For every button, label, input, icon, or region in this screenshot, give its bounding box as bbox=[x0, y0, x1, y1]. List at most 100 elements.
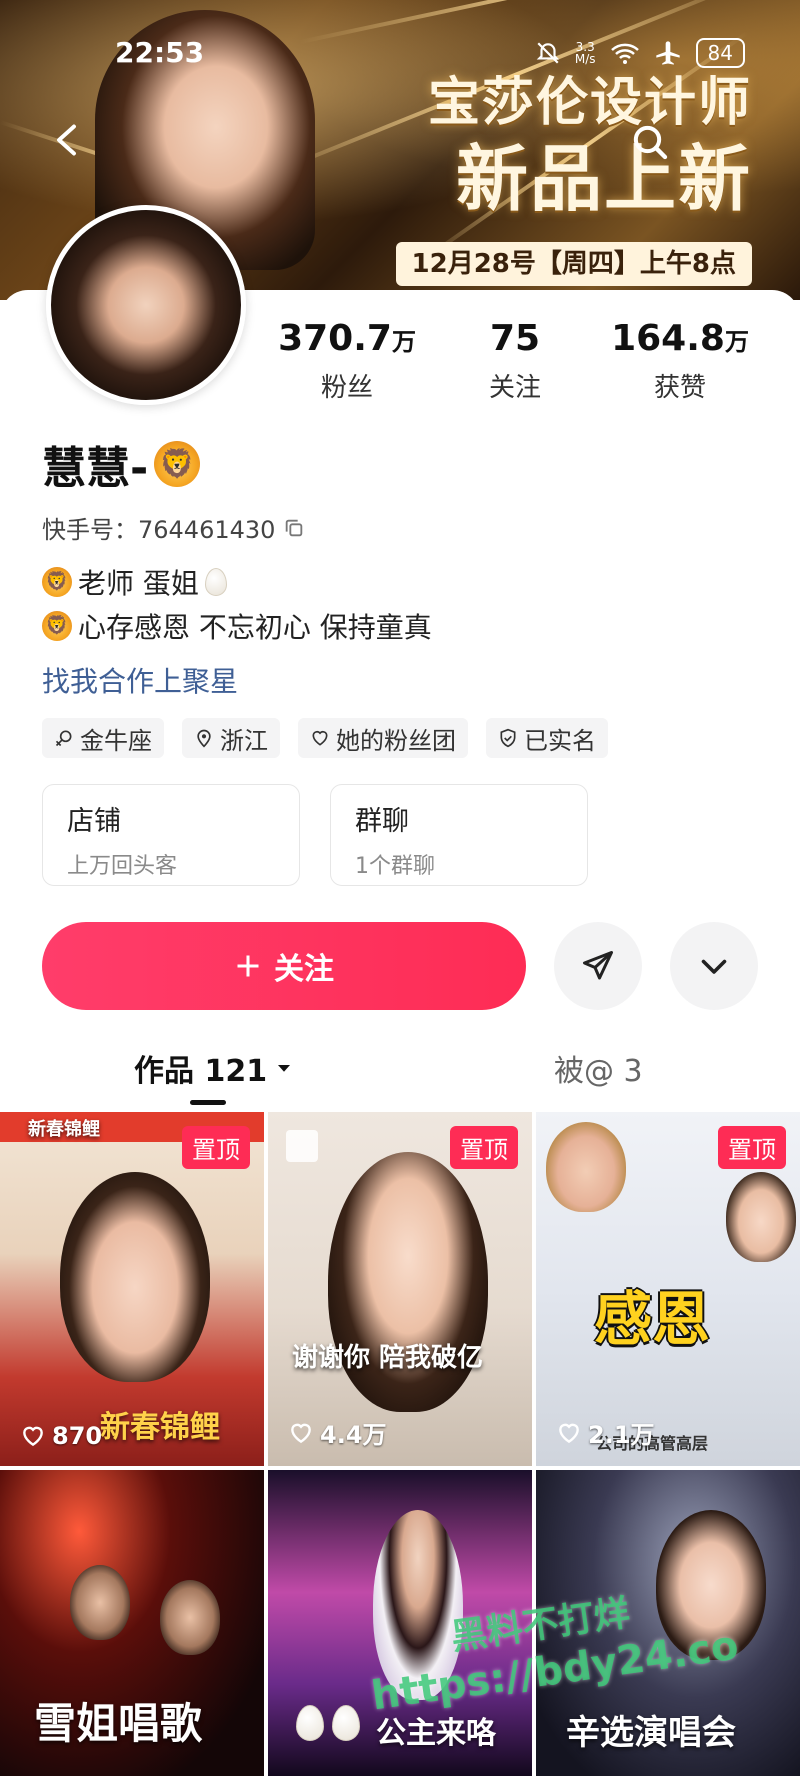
follow-button-label: 关注 bbox=[274, 952, 334, 987]
video-caption: 辛选演唱会 bbox=[566, 1713, 736, 1753]
group-chat-entry[interactable]: 群聊 1个群聊 bbox=[330, 784, 588, 886]
tab-mentioned[interactable]: 被@ 3 bbox=[554, 1046, 643, 1090]
egg-emoji-icon bbox=[204, 568, 227, 596]
person-face bbox=[60, 1172, 210, 1382]
network-speed: 3.3 M/s bbox=[575, 41, 596, 65]
like-count-value: 4.4万 bbox=[320, 1421, 387, 1449]
more-options-button[interactable] bbox=[670, 922, 758, 1010]
tag-verified[interactable]: 已实名 bbox=[486, 718, 608, 758]
bio-text-2: 心存感恩 不忘初心 保持童真 bbox=[78, 611, 432, 644]
person-face bbox=[546, 1122, 626, 1212]
tab-works-label: 作品 121 bbox=[134, 1054, 268, 1089]
stat-followers-label: 粉丝 bbox=[320, 373, 373, 403]
video-thumbnail[interactable]: 新春锦鲤 置顶 新春锦鲤 870 bbox=[0, 1112, 264, 1466]
battery-indicator: 84 bbox=[695, 38, 745, 68]
person-face bbox=[726, 1172, 796, 1262]
tag-fan-club-label: 她的粉丝团 bbox=[336, 726, 456, 755]
mute-icon bbox=[536, 42, 560, 64]
video-caption: 谢谢你 陪我破亿 bbox=[292, 1343, 484, 1373]
bio-text-1: 老师 蛋姐 bbox=[78, 567, 199, 600]
send-icon bbox=[583, 951, 613, 980]
bio-line-2: 🦁 心存感恩 不忘初心 保持童真 bbox=[42, 606, 432, 646]
lion-emoji-icon: 🦁 bbox=[154, 441, 201, 487]
pinned-badge: 置顶 bbox=[450, 1126, 518, 1169]
heart-outline-icon bbox=[23, 1426, 43, 1447]
stat-followers-unit: 万 bbox=[391, 328, 416, 356]
shop-entry-title: 店铺 bbox=[67, 806, 121, 837]
tab-mentioned-label: 被@ 3 bbox=[554, 1054, 643, 1089]
pinned-badge: 置顶 bbox=[718, 1126, 786, 1169]
search-icon[interactable] bbox=[630, 122, 670, 162]
location-pin-icon bbox=[197, 729, 211, 748]
chevron-down-icon bbox=[701, 959, 727, 974]
message-button[interactable] bbox=[554, 922, 642, 1010]
copy-icon[interactable] bbox=[283, 517, 305, 539]
stat-followers[interactable]: 370.7万 粉丝 bbox=[272, 318, 422, 404]
like-count-value: 870 bbox=[52, 1422, 103, 1450]
tag-zodiac-label: 金牛座 bbox=[80, 726, 152, 755]
bio-line-1: 🦁 老师 蛋姐 bbox=[42, 562, 227, 602]
video-thumbnail[interactable]: 置顶 谢谢你 陪我破亿 4.4万 bbox=[268, 1112, 532, 1466]
shop-entry-subtitle: 上万回头客 bbox=[67, 854, 178, 879]
heart-outline-icon bbox=[291, 1423, 311, 1443]
plus-icon bbox=[237, 955, 259, 977]
follow-button[interactable]: 关注 bbox=[42, 922, 526, 1010]
shield-check-icon bbox=[500, 728, 516, 748]
status-time: 22:53 bbox=[115, 36, 205, 69]
pinned-badge: 置顶 bbox=[182, 1126, 250, 1169]
like-count: 4.4万 bbox=[288, 1415, 387, 1450]
egg-emoji-icon bbox=[332, 1705, 360, 1741]
stat-likes[interactable]: 164.8万 获赞 bbox=[605, 318, 755, 404]
status-icons: 3.3 M/s 84 bbox=[535, 38, 745, 68]
wifi-icon bbox=[610, 43, 639, 64]
caret-down-icon bbox=[278, 1065, 291, 1072]
profile-tags: 金牛座 浙江 她的粉丝团 已实名 bbox=[42, 718, 608, 758]
user-id-row: 快手号：764461430 bbox=[42, 510, 305, 545]
airplane-mode-icon bbox=[655, 41, 680, 65]
person-face bbox=[70, 1565, 130, 1640]
like-count-value: 2.1万 bbox=[588, 1421, 655, 1449]
lion-emoji-icon: 🦁 bbox=[42, 567, 72, 597]
active-tab-indicator bbox=[190, 1100, 226, 1105]
shop-entry[interactable]: 店铺 上万回头客 bbox=[42, 784, 300, 886]
tag-location[interactable]: 浙江 bbox=[182, 718, 280, 758]
video-caption: 新春锦鲤 bbox=[100, 1410, 220, 1445]
stat-followers-value: 370.7 bbox=[278, 318, 392, 359]
image-post-icon bbox=[286, 1130, 318, 1162]
person-face bbox=[160, 1580, 220, 1655]
banner-title-line2: 新品上新 bbox=[455, 137, 752, 221]
tag-location-label: 浙江 bbox=[220, 726, 268, 755]
network-speed-unit: M/s bbox=[574, 52, 596, 66]
video-caption: 雪姐唱歌 bbox=[34, 1699, 203, 1748]
heart-outline-icon bbox=[312, 730, 328, 746]
video-thumbnail[interactable]: 雪姐唱歌 bbox=[0, 1470, 264, 1776]
video-thumbnail[interactable]: 置顶 感恩 公司的高管高层 2.1万 bbox=[536, 1112, 800, 1466]
like-count: 870 bbox=[20, 1422, 102, 1450]
stat-following-label: 关注 bbox=[488, 373, 541, 403]
tab-works[interactable]: 作品 121 bbox=[134, 1046, 293, 1090]
female-icon bbox=[55, 730, 72, 747]
banner-date: 12月28号【周四】上午8点 bbox=[395, 242, 752, 286]
egg-emoji-icon bbox=[296, 1705, 324, 1741]
tag-zodiac[interactable]: 金牛座 bbox=[42, 718, 164, 758]
profile-name-row: 慧慧- 🦁 bbox=[42, 432, 201, 496]
user-id: 快手号：764461430 bbox=[42, 516, 276, 544]
profile-name: 慧慧- bbox=[42, 443, 149, 494]
video-caption: 感恩 bbox=[594, 1285, 711, 1353]
tag-fan-club[interactable]: 她的粉丝团 bbox=[298, 718, 468, 758]
stat-likes-label: 获赞 bbox=[653, 373, 706, 403]
lion-emoji-icon: 🦁 bbox=[42, 611, 72, 641]
video-top-text: 新春锦鲤 bbox=[28, 1119, 100, 1140]
like-count: 2.1万 bbox=[556, 1415, 655, 1450]
group-chat-entry-subtitle: 1个群聊 bbox=[355, 854, 435, 879]
group-chat-entry-title: 群聊 bbox=[355, 806, 409, 837]
stat-following-value: 75 bbox=[489, 318, 541, 359]
back-icon[interactable] bbox=[50, 122, 86, 158]
stat-following[interactable]: 75 关注 bbox=[465, 318, 565, 404]
heart-outline-icon bbox=[559, 1423, 579, 1443]
stat-likes-value: 164.8 bbox=[611, 318, 725, 359]
cooperation-link[interactable]: 找我合作上聚星 bbox=[42, 660, 238, 700]
tag-verified-label: 已实名 bbox=[524, 726, 596, 755]
avatar[interactable] bbox=[46, 205, 246, 405]
stat-likes-unit: 万 bbox=[724, 328, 749, 356]
